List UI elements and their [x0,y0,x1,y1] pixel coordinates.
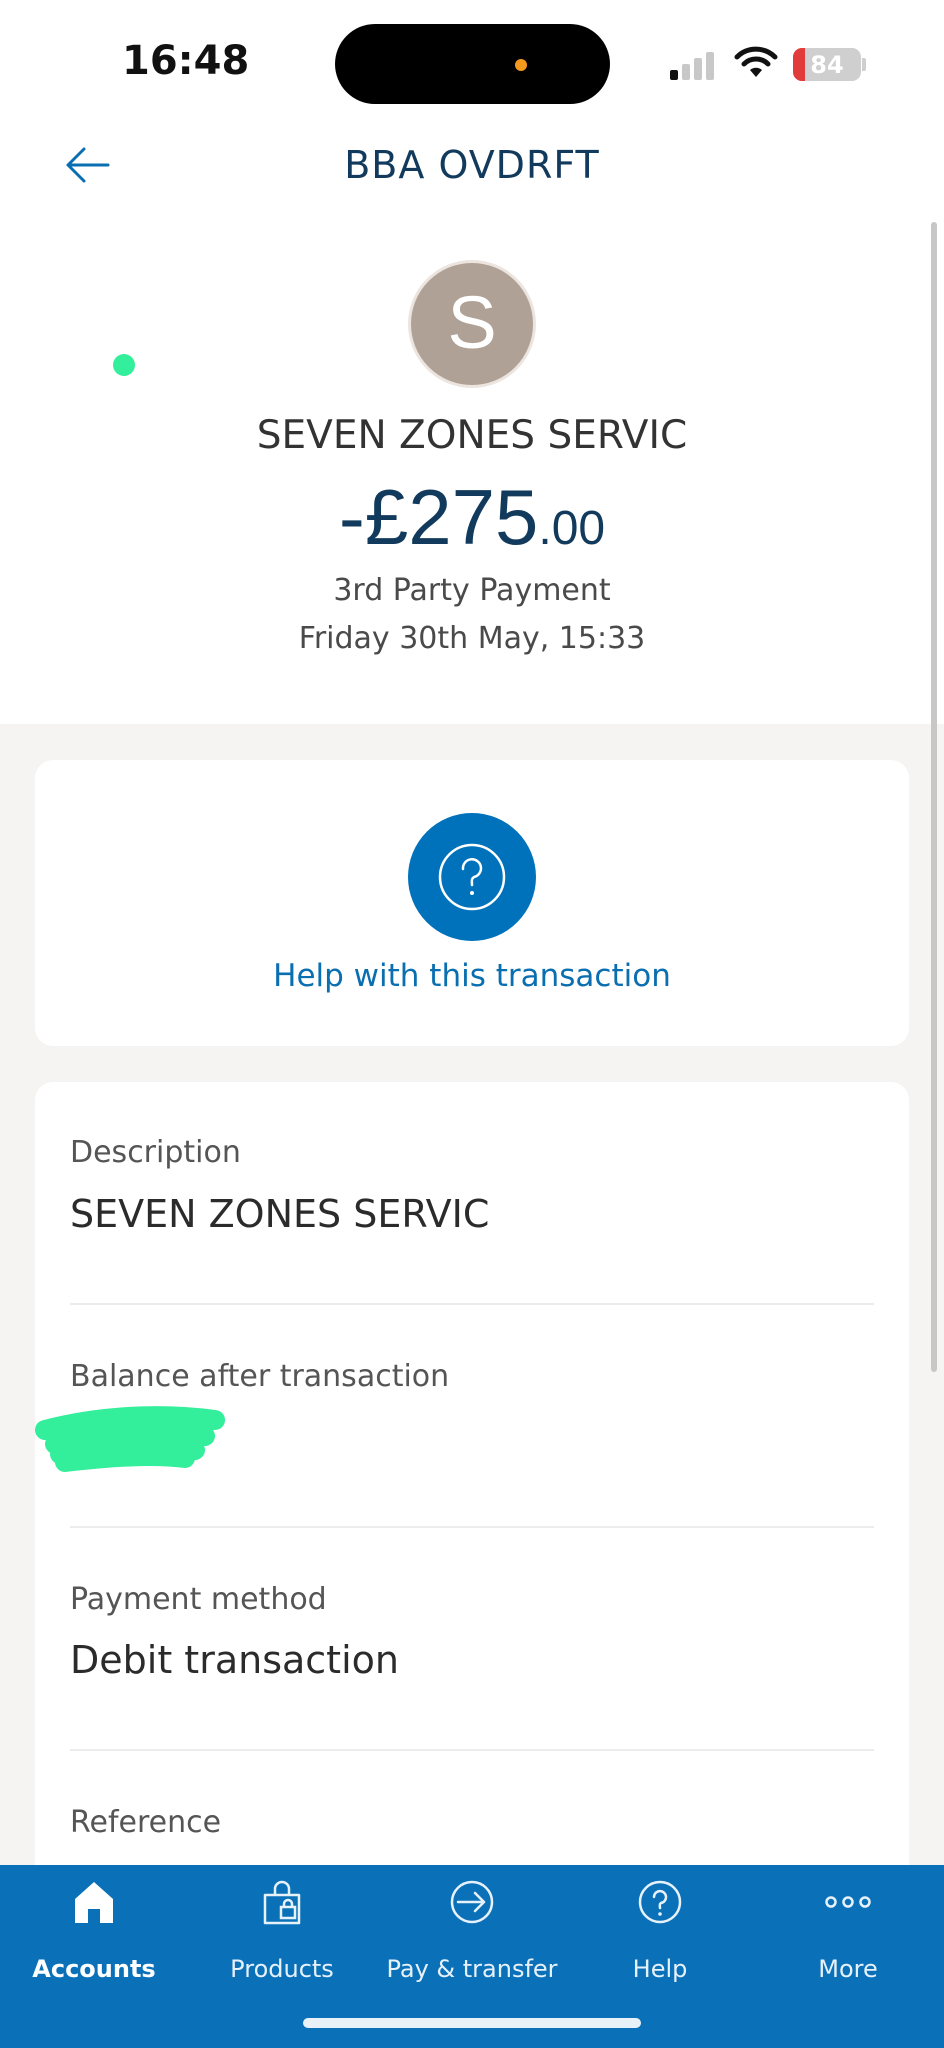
merchant-name: SEVEN ZONES SERVIC [256,413,688,458]
arrow-circle-icon [450,1880,494,1924]
battery-level: 84 [810,51,844,79]
help-card[interactable]: Help with this transaction [35,760,909,1046]
shopping-bag-icon [263,1880,301,1925]
battery-icon: 84 [793,48,861,81]
tab-label: Products [230,1955,334,1983]
reference-label: Reference [70,1805,222,1840]
home-icon [75,1882,113,1923]
amount-decimal: .00 [538,502,606,555]
payment-method-value: Debit transaction [70,1638,399,1682]
tab-label: Help [632,1955,688,1983]
tab-label: Pay & transfer [386,1955,558,1983]
scrollbar[interactable] [931,222,937,1372]
more-dots-icon [825,1896,871,1908]
tab-label: Accounts [32,1955,156,1983]
merchant-avatar: S [408,260,536,388]
wifi-icon [734,46,778,77]
balance-label: Balance after transaction [70,1359,450,1394]
help-with-transaction-link[interactable]: Help with this transaction [35,958,909,994]
redaction-scribble [35,1406,225,1472]
tab-help[interactable]: Help [566,1865,754,1995]
divider [70,1749,874,1751]
cellular-signal-icon [670,50,720,80]
transaction-date: Friday 30th May, 15:33 [298,621,646,656]
divider [70,1303,874,1305]
page-title: BBA OVDRFT [344,143,600,187]
payment-method-label: Payment method [70,1582,327,1617]
amount-main: -£275 [338,473,539,561]
help-button[interactable] [408,813,536,941]
green-marker [113,354,135,376]
tab-more[interactable]: More [754,1865,942,1995]
tab-pay-transfer[interactable]: Pay & transfer [378,1865,566,1995]
question-circle-icon [638,1880,682,1924]
divider [70,1526,874,1528]
transaction-details-card: Description SEVEN ZONES SERVIC Balance a… [35,1082,909,1982]
description-value: SEVEN ZONES SERVIC [70,1192,490,1236]
status-bar: 16:48 84 [0,0,944,110]
transaction-type: 3rd Party Payment [333,573,611,608]
tab-label: More [818,1955,878,1983]
home-indicator[interactable] [303,2018,641,2028]
question-circle-icon [438,843,506,911]
battery-tip [862,58,866,71]
tab-accounts[interactable]: Accounts [0,1865,188,1995]
status-time: 16:48 [122,38,250,84]
transaction-amount: -£275.00 [0,472,944,563]
tab-products[interactable]: Products [188,1865,376,1995]
privacy-indicator-dot [515,59,527,71]
dynamic-island [335,24,610,104]
description-label: Description [70,1135,241,1170]
